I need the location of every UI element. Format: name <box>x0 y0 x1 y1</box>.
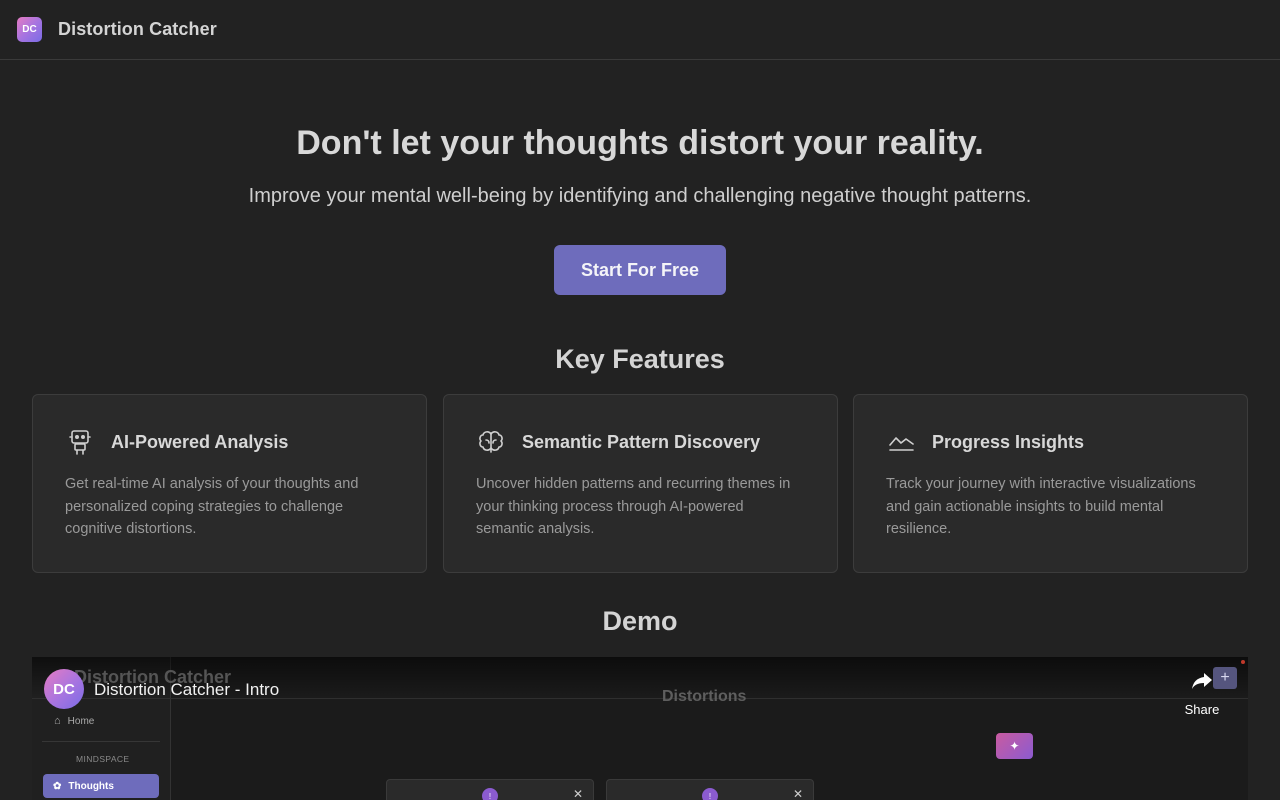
start-for-free-button[interactable]: Start For Free <box>554 245 726 295</box>
feature-description: Uncover hidden patterns and recurring th… <box>476 476 791 537</box>
feature-description: Track your journey with interactive visu… <box>886 476 1196 537</box>
video-thought-card: ! ✕ <box>606 779 814 800</box>
brand-name[interactable]: Distortion Catcher <box>58 19 217 40</box>
robot-icon <box>65 427 95 457</box>
video-title[interactable]: Distortion Catcher - Intro <box>94 680 279 700</box>
brain-icon: ✿ <box>53 780 62 792</box>
video-sidebar-thoughts: ✿ Thoughts <box>43 774 159 798</box>
feature-title: Progress Insights <box>932 431 1085 452</box>
close-icon: ✕ <box>792 787 803 800</box>
feature-title: Semantic Pattern Discovery <box>522 431 761 452</box>
video-sidebar-section: MINDSPACE <box>76 754 130 764</box>
key-features-heading: Key Features <box>555 344 725 374</box>
video-sidebar-home: ⌂ Home <box>54 715 94 727</box>
trend-chart-icon <box>886 427 916 457</box>
video-app-heading: Distortions <box>662 688 747 705</box>
feature-description: Get real-time AI analysis of your though… <box>65 476 359 537</box>
feature-card-ai-analysis: AI-Powered Analysis Get real-time AI ana… <box>32 394 427 573</box>
feature-card-header: Semantic Pattern Discovery <box>476 427 805 457</box>
share-button[interactable]: Share <box>1182 671 1222 717</box>
magic-wand-icon: ✦ <box>996 733 1033 759</box>
top-navbar: DC Distortion Catcher <box>0 0 1280 60</box>
hero-title: Don't let your thoughts distort your rea… <box>296 124 984 162</box>
demo-video-player[interactable]: ⌂ Home MINDSPACE ✿ Thoughts Distortion C… <box>32 657 1248 800</box>
info-icon: ! <box>702 788 718 800</box>
video-sidebar-thoughts-label: Thoughts <box>68 780 114 792</box>
home-icon: ⌂ <box>54 715 61 727</box>
brain-icon <box>476 427 506 457</box>
share-icon <box>1182 671 1222 696</box>
recording-dot <box>1241 660 1245 664</box>
app-logo[interactable]: DC <box>17 17 42 42</box>
close-icon: ✕ <box>572 787 583 800</box>
share-label: Share <box>1184 702 1220 717</box>
info-icon: ! <box>482 788 498 800</box>
feature-card-progress-insights: Progress Insights Track your journey wit… <box>853 394 1248 573</box>
demo-heading: Demo <box>602 606 678 636</box>
video-sidebar-divider <box>42 741 160 742</box>
feature-title: AI-Powered Analysis <box>111 431 289 452</box>
feature-card-pattern-discovery: Semantic Pattern Discovery Uncover hidde… <box>443 394 838 573</box>
video-thought-card: ! ✕ <box>386 779 594 800</box>
hero-subtitle: Improve your mental well-being by identi… <box>248 185 1032 207</box>
video-sidebar-home-label: Home <box>67 715 95 727</box>
feature-card-header: AI-Powered Analysis <box>65 427 394 457</box>
channel-avatar[interactable]: DC <box>44 669 84 709</box>
feature-card-header: Progress Insights <box>886 427 1215 457</box>
